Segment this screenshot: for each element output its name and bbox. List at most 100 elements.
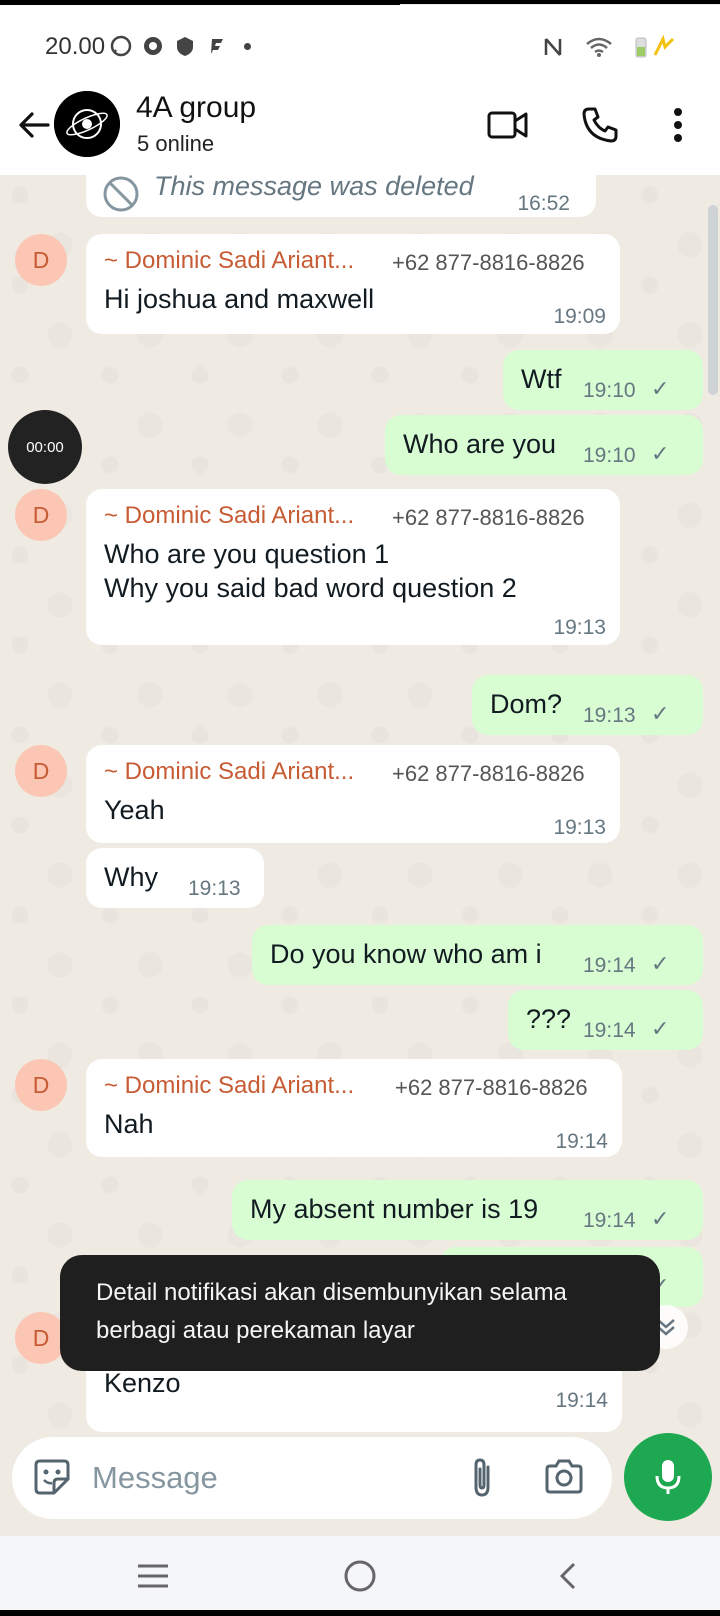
message-bubble[interactable]: ??? 19:14 ✓: [508, 990, 703, 1050]
video-camera-icon: [487, 111, 528, 139]
voice-message-button[interactable]: [624, 1433, 712, 1521]
read-check-icon: ✓: [651, 1206, 670, 1231]
camera-icon[interactable]: [542, 1455, 586, 1499]
system-nav-bar: [0, 1536, 720, 1616]
status-time: 20.00: [45, 33, 106, 60]
home-circle-icon: [344, 1560, 376, 1592]
group-logo-icon: [54, 91, 120, 157]
whatsapp-icon: [110, 35, 132, 57]
message-time: 19:10: [583, 379, 636, 402]
sender-avatar[interactable]: D: [15, 1059, 67, 1111]
back-arrow-icon[interactable]: [14, 105, 54, 145]
bottom-edge: [0, 1610, 720, 1616]
chat-header: 4A group 5 online: [0, 85, 720, 175]
message-text: Wtf: [521, 364, 562, 394]
message-bubble[interactable]: Do you know who am i 19:14 ✓: [252, 925, 703, 985]
sender-phone: +62 877-8816-8826: [392, 505, 585, 530]
message-time: 19:14: [583, 954, 636, 977]
composer: [0, 1433, 720, 1537]
sender-phone: +62 877-8816-8826: [395, 1075, 588, 1100]
message-text: My absent number is 19: [250, 1194, 539, 1224]
chevron-left-icon: [559, 1562, 576, 1590]
read-check-icon: ✓: [651, 376, 670, 401]
recent-apps-button[interactable]: [133, 1558, 173, 1594]
home-button[interactable]: [340, 1558, 380, 1594]
phone-icon: [582, 107, 618, 143]
microphone-icon: [655, 1460, 681, 1494]
read-check-icon: ✓: [651, 951, 670, 976]
read-check-icon: ✓: [651, 701, 670, 726]
sender-avatar[interactable]: D: [15, 745, 67, 797]
message-text: Who are you question 1: [104, 539, 390, 569]
message-time: 19:13: [583, 704, 636, 727]
flash-icon: [211, 39, 223, 54]
sender-avatar[interactable]: D: [15, 234, 67, 286]
message-input[interactable]: [92, 1456, 452, 1500]
message-bubble[interactable]: This message was deleted 16:52: [86, 175, 596, 217]
message-text: Nah: [104, 1109, 154, 1139]
message-input-box[interactable]: [12, 1437, 612, 1519]
more-vert-icon: [674, 108, 682, 142]
screen-recording-timer: 00:00: [8, 410, 82, 484]
message-bubble[interactable]: ~ Dominic Sadi Ariant... +62 877-8816-88…: [86, 1059, 622, 1157]
toast-line-2: berbagi atau perekaman layar: [96, 1317, 415, 1344]
shield-icon: [177, 37, 193, 56]
message-text-line2: Why you said bad word question 2: [104, 573, 517, 603]
deleted-icon: [103, 176, 139, 212]
more-options-button[interactable]: [654, 101, 702, 149]
message-bubble[interactable]: Who are you 19:10 ✓: [385, 415, 703, 475]
message-text: Yeah: [104, 795, 165, 825]
message-bubble[interactable]: Why 19:13: [86, 848, 264, 908]
chat-title[interactable]: 4A group: [136, 91, 256, 125]
message-bubble[interactable]: My absent number is 19 19:14 ✓: [232, 1180, 703, 1240]
message-text: Why: [104, 862, 158, 892]
message-time: 16:52: [517, 192, 570, 215]
message-time: 19:10: [583, 444, 636, 467]
message-text: Who are you: [403, 429, 557, 459]
notification-toast: Detail notifikasi akan disembunyikan sel…: [60, 1255, 660, 1371]
message-bubble[interactable]: ~ Dominic Sadi Ariant... +62 877-8816-88…: [86, 489, 620, 645]
toast-line-1: Detail notifikasi akan disembunyikan sel…: [96, 1279, 567, 1306]
message-text: Hi joshua and maxwell: [104, 284, 375, 314]
system-back-button[interactable]: [548, 1558, 588, 1594]
message-time: 19:09: [553, 305, 606, 328]
sender-phone: +62 877-8816-8826: [392, 761, 585, 786]
video-call-button[interactable]: [484, 101, 532, 149]
message-bubble[interactable]: Wtf 19:10 ✓: [503, 350, 703, 410]
group-avatar[interactable]: [54, 91, 120, 157]
menu-lines-icon: [138, 1564, 168, 1588]
sticker-emoji-icon[interactable]: [30, 1455, 74, 1499]
message-bubble[interactable]: Dom? 19:13 ✓: [472, 675, 703, 735]
scrollbar-thumb[interactable]: [708, 205, 718, 395]
chat-subtitle: 5 online: [137, 131, 215, 156]
message-text: Dom?: [490, 689, 563, 719]
sender-phone: +62 877-8816-8826: [392, 250, 585, 275]
message-text: ???: [526, 1004, 572, 1034]
attach-paperclip-icon[interactable]: [460, 1455, 504, 1499]
status-bar: 20.00: [0, 5, 720, 85]
sender-avatar[interactable]: D: [15, 489, 67, 541]
message-text: Kenzo: [104, 1368, 181, 1398]
sender-name[interactable]: ~ Dominic Sadi Ariant...: [104, 244, 354, 278]
voice-call-button[interactable]: [576, 101, 624, 149]
message-time: 19:13: [553, 816, 606, 839]
sender-name[interactable]: ~ Dominic Sadi Ariant...: [104, 499, 354, 533]
cast-icon: [144, 37, 162, 55]
message-time: 19:14: [583, 1019, 636, 1042]
read-check-icon: ✓: [651, 441, 670, 466]
message-time: 19:13: [188, 877, 241, 900]
message-bubble[interactable]: ~ Dominic Sadi Ariant... +62 877-8816-88…: [86, 234, 620, 334]
message-text: This message was deleted: [154, 175, 474, 201]
chat-area[interactable]: This message was deleted 16:52 D ~ Domin…: [0, 175, 720, 1437]
nfc-icon: [544, 38, 562, 56]
message-time: 19:14: [555, 1389, 608, 1412]
message-bubble[interactable]: ~ Dominic Sadi Ariant... +62 877-8816-88…: [86, 745, 620, 843]
sender-name[interactable]: ~ Dominic Sadi Ariant...: [104, 755, 354, 789]
battery-charging-icon: [635, 35, 675, 58]
message-time: 19:13: [553, 616, 606, 639]
sender-name[interactable]: ~ Dominic Sadi Ariant...: [104, 1069, 354, 1103]
dot-icon: [244, 42, 251, 50]
wifi-icon: [586, 37, 612, 57]
message-time: 19:14: [583, 1209, 636, 1232]
message-text: Do you know who am i: [270, 939, 542, 969]
